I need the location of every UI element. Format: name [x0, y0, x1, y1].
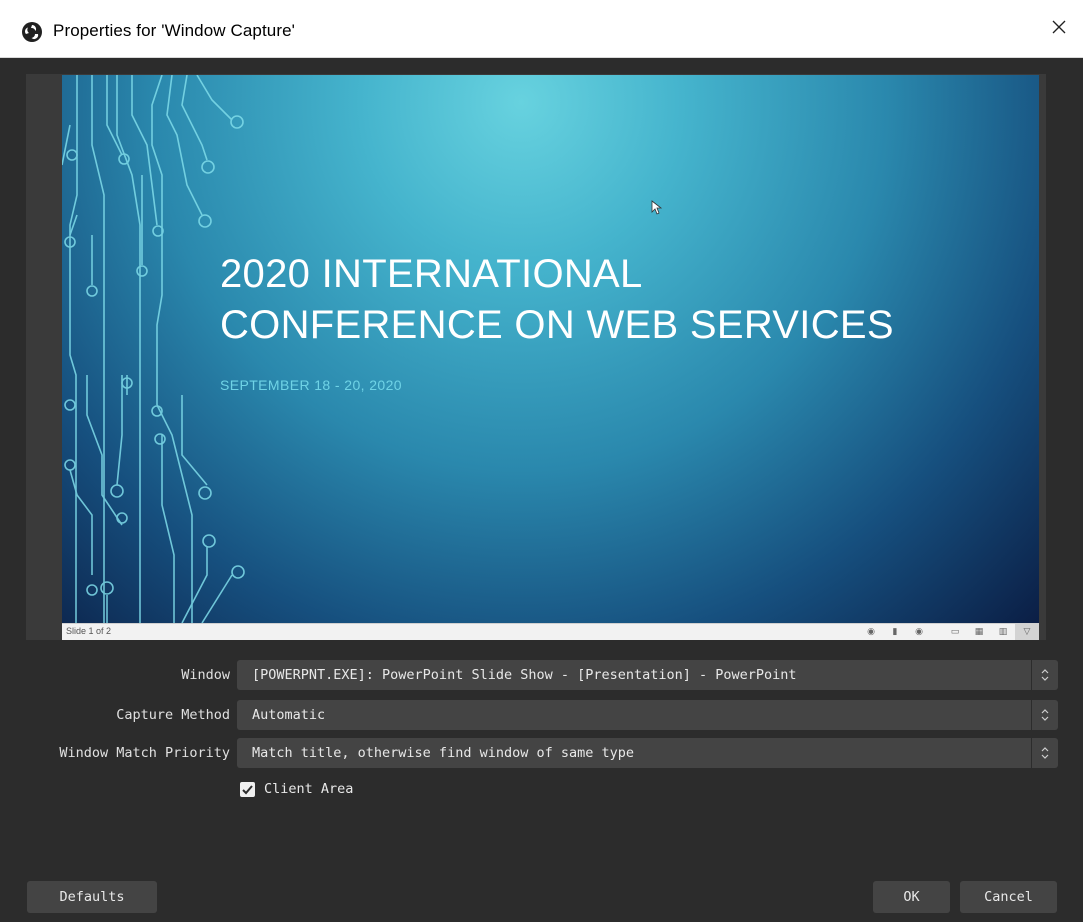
client-area-checkbox[interactable] — [240, 782, 255, 797]
close-button[interactable] — [1037, 0, 1083, 57]
capture-preview: 2020 INTERNATIONAL CONFERENCE ON WEB SER… — [26, 74, 1046, 640]
slide-subtitle: SEPTEMBER 18 - 20, 2020 — [220, 377, 402, 393]
slideshow-view-icon: ▽ — [1015, 624, 1039, 640]
capture-method-row: Capture Method Automatic — [0, 700, 1083, 730]
capture-method-value: Automatic — [252, 707, 326, 723]
up-down-arrows-icon — [1041, 747, 1049, 759]
slide-count: Slide 1 of 2 — [66, 626, 112, 636]
slide-title-line1: 2020 INTERNATIONAL — [220, 252, 643, 296]
slide-title-line2: CONFERENCE ON WEB SERVICES — [220, 303, 894, 347]
up-down-arrows-icon — [1041, 669, 1049, 681]
defaults-button[interactable]: Defaults — [27, 881, 157, 913]
capture-method-label: Capture Method — [116, 707, 230, 723]
circuit-decoration — [62, 75, 245, 623]
status-bar-icons: ◉ ▮ ◉ ▭ ▦ ▥ ▽ — [859, 624, 1039, 640]
window-label: Window — [181, 667, 230, 683]
match-priority-label: Window Match Priority — [59, 745, 230, 761]
client-area-label: Client Area — [264, 781, 354, 797]
window-title: Properties for 'Window Capture' — [53, 21, 296, 40]
match-priority-arrows[interactable] — [1031, 738, 1058, 768]
mouse-cursor-icon — [651, 200, 663, 215]
window-select[interactable]: [POWERPNT.EXE]: PowerPoint Slide Show - … — [237, 660, 1058, 690]
match-priority-value: Match title, otherwise find window of sa… — [252, 745, 635, 761]
up-down-arrows-icon — [1041, 709, 1049, 721]
match-priority-select[interactable]: Match title, otherwise find window of sa… — [237, 738, 1058, 768]
slide-preview: 2020 INTERNATIONAL CONFERENCE ON WEB SER… — [62, 75, 1039, 623]
normal-view-icon: ▭ — [950, 627, 960, 637]
capture-method-arrows[interactable] — [1031, 700, 1058, 730]
ok-button[interactable]: OK — [873, 881, 950, 913]
previous-slide-icon: ◉ — [867, 627, 875, 637]
obs-logo-icon — [22, 22, 42, 42]
slideshow-status-bar: Slide 1 of 2 ◉ ▮ ◉ ▭ ▦ ▥ ▽ — [62, 623, 1039, 640]
window-row: Window [POWERPNT.EXE]: PowerPoint Slide … — [0, 660, 1083, 690]
window-select-arrows[interactable] — [1031, 660, 1058, 690]
match-priority-row: Window Match Priority Match title, other… — [0, 738, 1083, 768]
grid-view-icon: ▦ — [974, 627, 984, 637]
title-bar: Properties for 'Window Capture' — [0, 0, 1083, 58]
capture-method-select[interactable]: Automatic — [237, 700, 1058, 730]
cancel-button[interactable]: Cancel — [960, 881, 1057, 913]
properties-dialog: 2020 INTERNATIONAL CONFERENCE ON WEB SER… — [0, 58, 1083, 922]
close-icon — [1052, 20, 1066, 34]
next-slide-icon: ◉ — [915, 627, 923, 637]
reading-view-icon: ▥ — [998, 627, 1008, 637]
window-select-value: [POWERPNT.EXE]: PowerPoint Slide Show - … — [252, 667, 797, 683]
checkmark-icon — [242, 785, 253, 795]
slide-sorter-icon: ▮ — [892, 627, 898, 637]
